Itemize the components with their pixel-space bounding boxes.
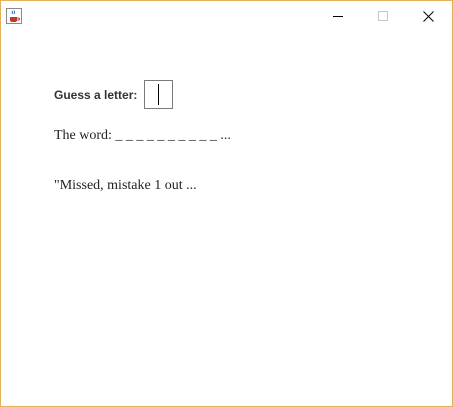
minimize-icon (333, 16, 343, 17)
guess-letter-label: Guess a letter: (54, 88, 138, 102)
text-caret (158, 84, 159, 105)
letter-input[interactable] (144, 80, 173, 109)
game-panel: Guess a letter: The word: _ _ _ _ _ _ _ … (1, 31, 452, 406)
close-icon (423, 11, 434, 22)
close-button[interactable] (406, 1, 451, 31)
title-bar[interactable] (1, 1, 452, 31)
word-display: The word: _ _ _ _ _ _ _ _ _ _ ... (54, 128, 231, 143)
maximize-button[interactable] (361, 1, 406, 31)
app-window: Guess a letter: The word: _ _ _ _ _ _ _ … (0, 0, 453, 407)
java-coffee-cup-icon[interactable] (6, 8, 22, 24)
maximize-icon (378, 11, 388, 21)
minimize-button[interactable] (316, 1, 361, 31)
status-message: "Missed, mistake 1 out ... (54, 178, 197, 193)
